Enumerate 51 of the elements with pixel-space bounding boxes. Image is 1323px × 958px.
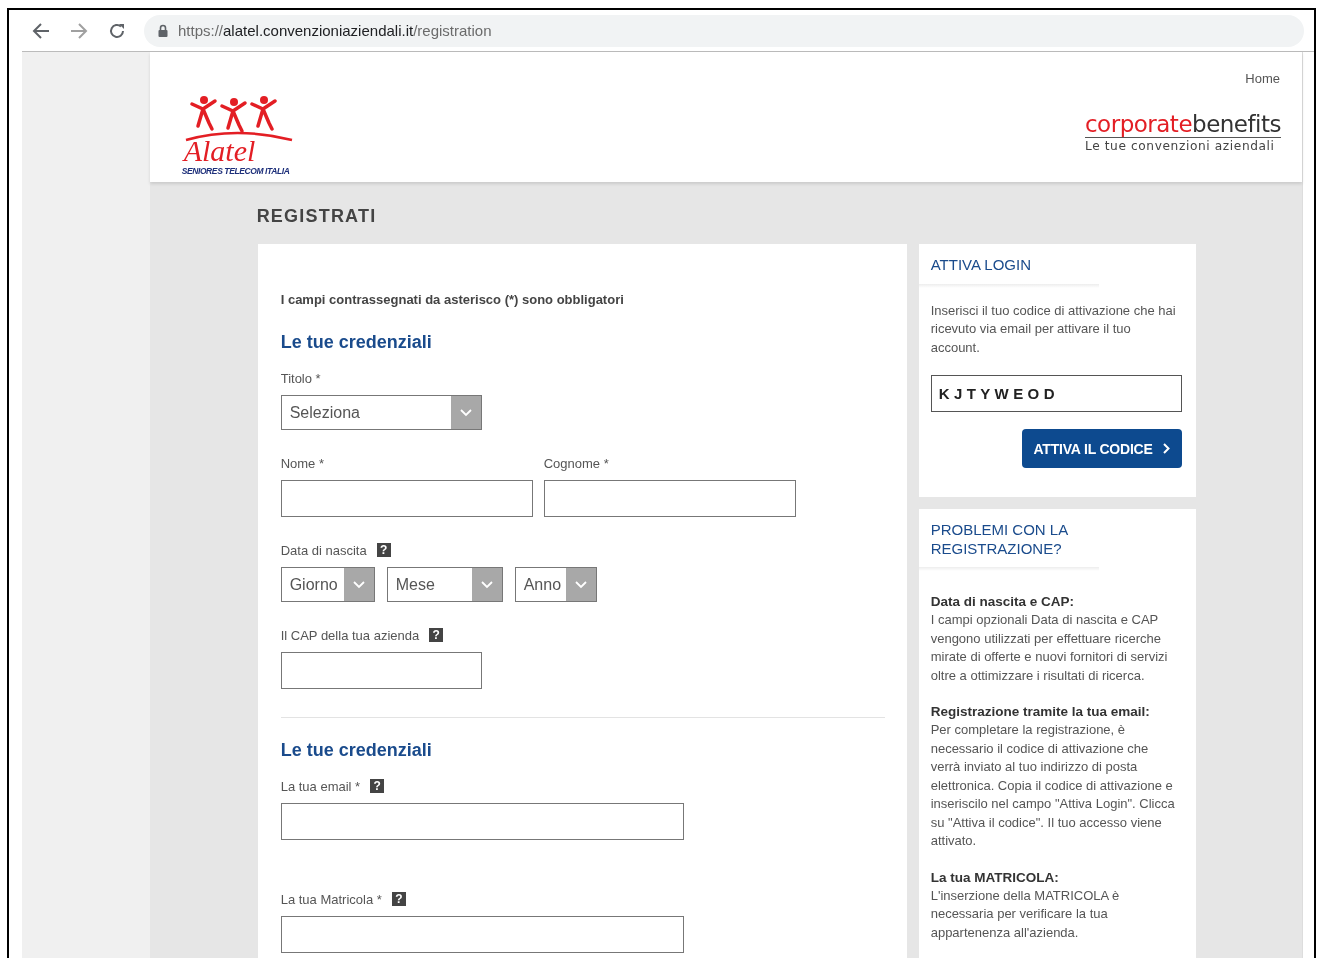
card-title: ATTIVA LOGIN — [930, 256, 1032, 275]
field-label: Titolo * — [280, 370, 321, 386]
help-text: I campi opzionali Data di nascita e CAP vengono utilizzati per effettuare ricerche mirate di offerte e nuovi fornitori di servizi oltre a ottimizzare i risultati di ricerca. — [930, 611, 1169, 685]
help-icon[interactable]: ? — [429, 628, 444, 642]
field-label: Il CAP della tua azienda — [280, 627, 420, 643]
page-title: REGISTRATI — [256, 206, 378, 227]
help-text: L'inserzione della MATRICOLA è necessaria per verificare la tua appartenenza all'azienda. — [930, 886, 1121, 942]
activation-code-field[interactable]: KJTYWEOD — [930, 375, 1182, 412]
instruction-text: Inserisci il tuo codice di attivazione che hai ricevuto via email per attivare il tuo account. — [930, 301, 1177, 357]
input-field[interactable] — [280, 652, 482, 689]
date-select[interactable]: Anno — [514, 567, 597, 602]
title-select[interactable]: Seleziona — [280, 395, 482, 430]
help-heading: Data di nascita e CAP: — [930, 593, 1075, 611]
lock-icon — [158, 24, 168, 37]
help-text: Per completare la registrazione, è necessario il codice di attivazione che verrà inviato al tuo indirizzo di posta elettronica. Copia il codice di attivazione e inseriscilo nel campo "Attiva Login". Clicca su "Attiva il codice". Il tuo accesso viene attivato. — [930, 721, 1176, 850]
chevron-down-icon — [565, 568, 596, 601]
reload-icon[interactable] — [108, 21, 126, 40]
section-heading: Le tue credenziali — [280, 332, 433, 353]
input-field[interactable] — [280, 916, 684, 953]
input-field[interactable] — [543, 480, 796, 517]
home-link[interactable]: Home — [1245, 71, 1280, 86]
help-icon[interactable]: ? — [391, 892, 406, 906]
help-heading: La tua MATRICOLA: — [930, 868, 1060, 887]
chevron-down-icon — [471, 568, 502, 601]
input-field[interactable] — [280, 803, 684, 840]
field-label: Cognome * — [543, 455, 609, 471]
field-label: La tua Matricola * — [280, 891, 382, 907]
field-label: Data di nascita — [280, 542, 367, 558]
logo-name: Alatel — [181, 138, 256, 164]
date-select[interactable]: Mese — [386, 567, 503, 602]
forward-arrow-icon[interactable] — [70, 22, 88, 39]
help-icon[interactable]: ? — [376, 543, 391, 557]
chevron-right-icon — [1162, 443, 1170, 454]
url-text: https://alatel.convenzioniaziendali.it/registration — [178, 22, 492, 39]
logo-tagline: SENIORES TELECOM ITALIA — [181, 166, 290, 176]
required-fields-note: I campi contrassegnati da asterisco (*) sono obbligatori — [280, 292, 625, 307]
card-title: PROBLEMI CON LA REGISTRAZIONE? — [930, 521, 1069, 559]
field-label: Nome * — [280, 455, 325, 471]
field-label: La tua email * — [280, 778, 361, 794]
brand-logo-name: corporatebenefits — [1084, 111, 1281, 138]
chevron-down-icon — [343, 568, 374, 601]
activate-code-button[interactable]: ATTIVA IL CODICE — [1021, 429, 1182, 468]
input-field[interactable] — [280, 480, 533, 517]
address-bar[interactable]: https://alatel.convenzioniaziendali.it/registration — [144, 14, 1304, 47]
section-heading: Le tue credenziali — [280, 740, 433, 761]
brand-tagline: Le tue convenzioni aziendali — [1084, 139, 1275, 153]
back-arrow-icon[interactable] — [32, 22, 50, 39]
help-heading: Registrazione tramite la tua email: — [930, 703, 1151, 721]
chevron-down-icon — [450, 396, 481, 429]
help-icon[interactable]: ? — [370, 779, 385, 793]
date-select[interactable]: Giorno — [280, 567, 375, 602]
